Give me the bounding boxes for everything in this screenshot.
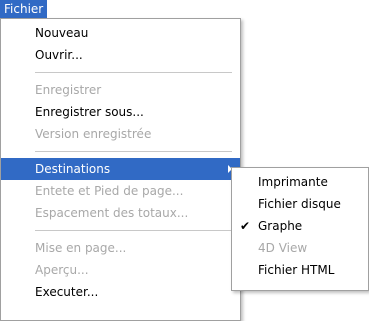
submenu-item-fichier-disque[interactable]: Fichier disque [232,193,368,215]
menu-item-entete-pied: Entete et Pied de page... [35,184,184,198]
destinations-submenu: Imprimante Fichier disque ✔ Graphe 4D Vi… [231,167,369,291]
checkmark-icon: ✔ [240,219,251,233]
menu-item-destinations[interactable]: Destinations [1,158,240,180]
menu-item-apercu: Aperçu... [35,263,89,277]
menu-item-enregistrer: Enregistrer [35,83,102,97]
file-menu: Nouveau Ouvrir... Enregistrer Enregistre… [0,18,241,321]
submenu-item-4d-view: 4D View [258,241,308,255]
submenu-item-graphe[interactable]: ✔ Graphe [232,215,368,237]
submenu-item-fichier-html[interactable]: Fichier HTML [232,259,368,281]
menu-item-destinations-label: Destinations [35,162,111,176]
menu-item-version-enregistree: Version enregistrée [35,127,152,141]
menu-item-executer[interactable]: Executer... [1,281,240,303]
menu-item-ouvrir[interactable]: Ouvrir... [1,44,240,66]
menu-item-nouveau[interactable]: Nouveau [1,22,240,44]
menu-separator [35,151,232,152]
menu-item-espacement-totaux: Espacement des totaux... [35,206,189,220]
menu-item-mise-en-page: Mise en page... [35,241,127,255]
menu-item-enregistrer-sous[interactable]: Enregistrer sous... [1,101,240,123]
submenu-item-graphe-label: Graphe [258,219,303,233]
submenu-item-imprimante[interactable]: Imprimante [232,171,368,193]
menu-separator [35,72,232,73]
menu-separator [35,230,232,231]
file-menu-title[interactable]: Fichier [0,0,48,18]
